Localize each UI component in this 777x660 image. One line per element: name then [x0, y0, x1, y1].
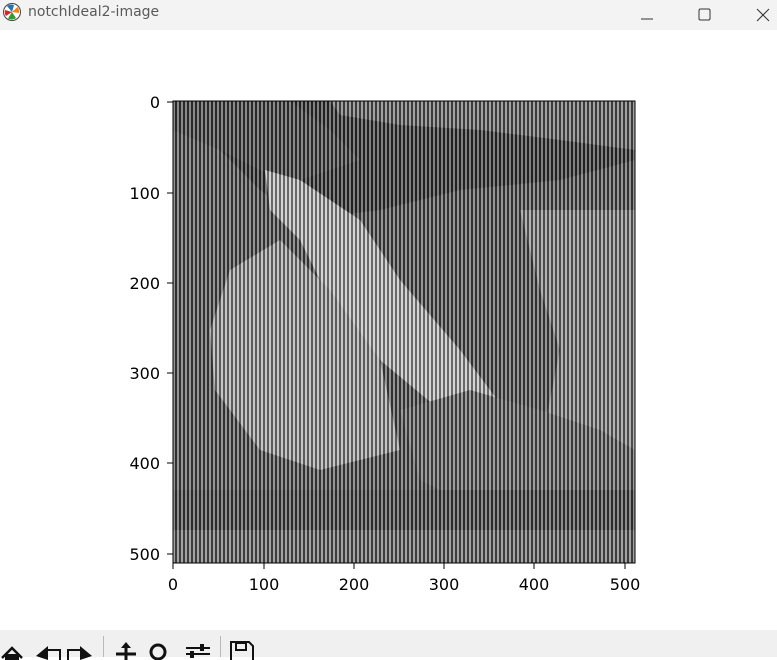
figure-canvas[interactable]: 0 100 200 300 400 500 0 100 200 300 400 … — [0, 30, 777, 630]
x-tick-label: 300 — [429, 575, 460, 594]
navigation-toolbar — [0, 630, 777, 660]
matplotlib-logo-icon — [2, 2, 22, 22]
y-axis: 0 100 200 300 400 500 — [129, 93, 173, 564]
x-tick-label: 0 — [168, 575, 178, 594]
x-tick-label: 200 — [339, 575, 370, 594]
close-icon — [756, 8, 770, 22]
home-button[interactable] — [0, 636, 28, 660]
minimize-icon — [641, 18, 653, 20]
window-title: notchIdeal2-image — [28, 4, 160, 20]
minimize-button[interactable] — [624, 0, 670, 30]
y-tick-label: 400 — [129, 454, 160, 473]
forward-icon — [67, 646, 92, 660]
back-button[interactable] — [34, 636, 62, 660]
plot-figure: 0 100 200 300 400 500 0 100 200 300 400 … — [129, 93, 640, 594]
y-tick-label: 100 — [129, 184, 160, 203]
window-titlebar: notchIdeal2-image — [0, 0, 777, 30]
image-area — [173, 101, 635, 563]
y-tick-label: 0 — [150, 93, 160, 112]
forward-button[interactable] — [66, 636, 94, 660]
zoom-button[interactable] — [146, 636, 174, 660]
save-button[interactable] — [228, 636, 256, 660]
x-axis: 0 100 200 300 400 500 — [168, 563, 640, 594]
maximize-button[interactable] — [682, 0, 728, 30]
back-icon — [36, 646, 61, 660]
pan-button[interactable] — [112, 636, 140, 660]
x-tick-label: 100 — [249, 575, 280, 594]
y-tick-label: 200 — [129, 274, 160, 293]
configure-subplots-button[interactable] — [184, 636, 212, 660]
y-tick-label: 500 — [129, 545, 160, 564]
save-icon — [230, 641, 254, 660]
home-icon — [1, 646, 23, 660]
x-tick-label: 500 — [610, 575, 641, 594]
zoom-icon — [149, 643, 167, 660]
toolbar-separator — [220, 636, 221, 657]
x-tick-label: 400 — [519, 575, 550, 594]
y-tick-label: 300 — [129, 364, 160, 383]
close-button[interactable] — [740, 0, 777, 30]
maximize-icon — [698, 8, 711, 21]
toolbar-separator — [103, 636, 104, 657]
pan-icon — [116, 642, 136, 660]
configure-subplots-icon — [186, 644, 210, 658]
